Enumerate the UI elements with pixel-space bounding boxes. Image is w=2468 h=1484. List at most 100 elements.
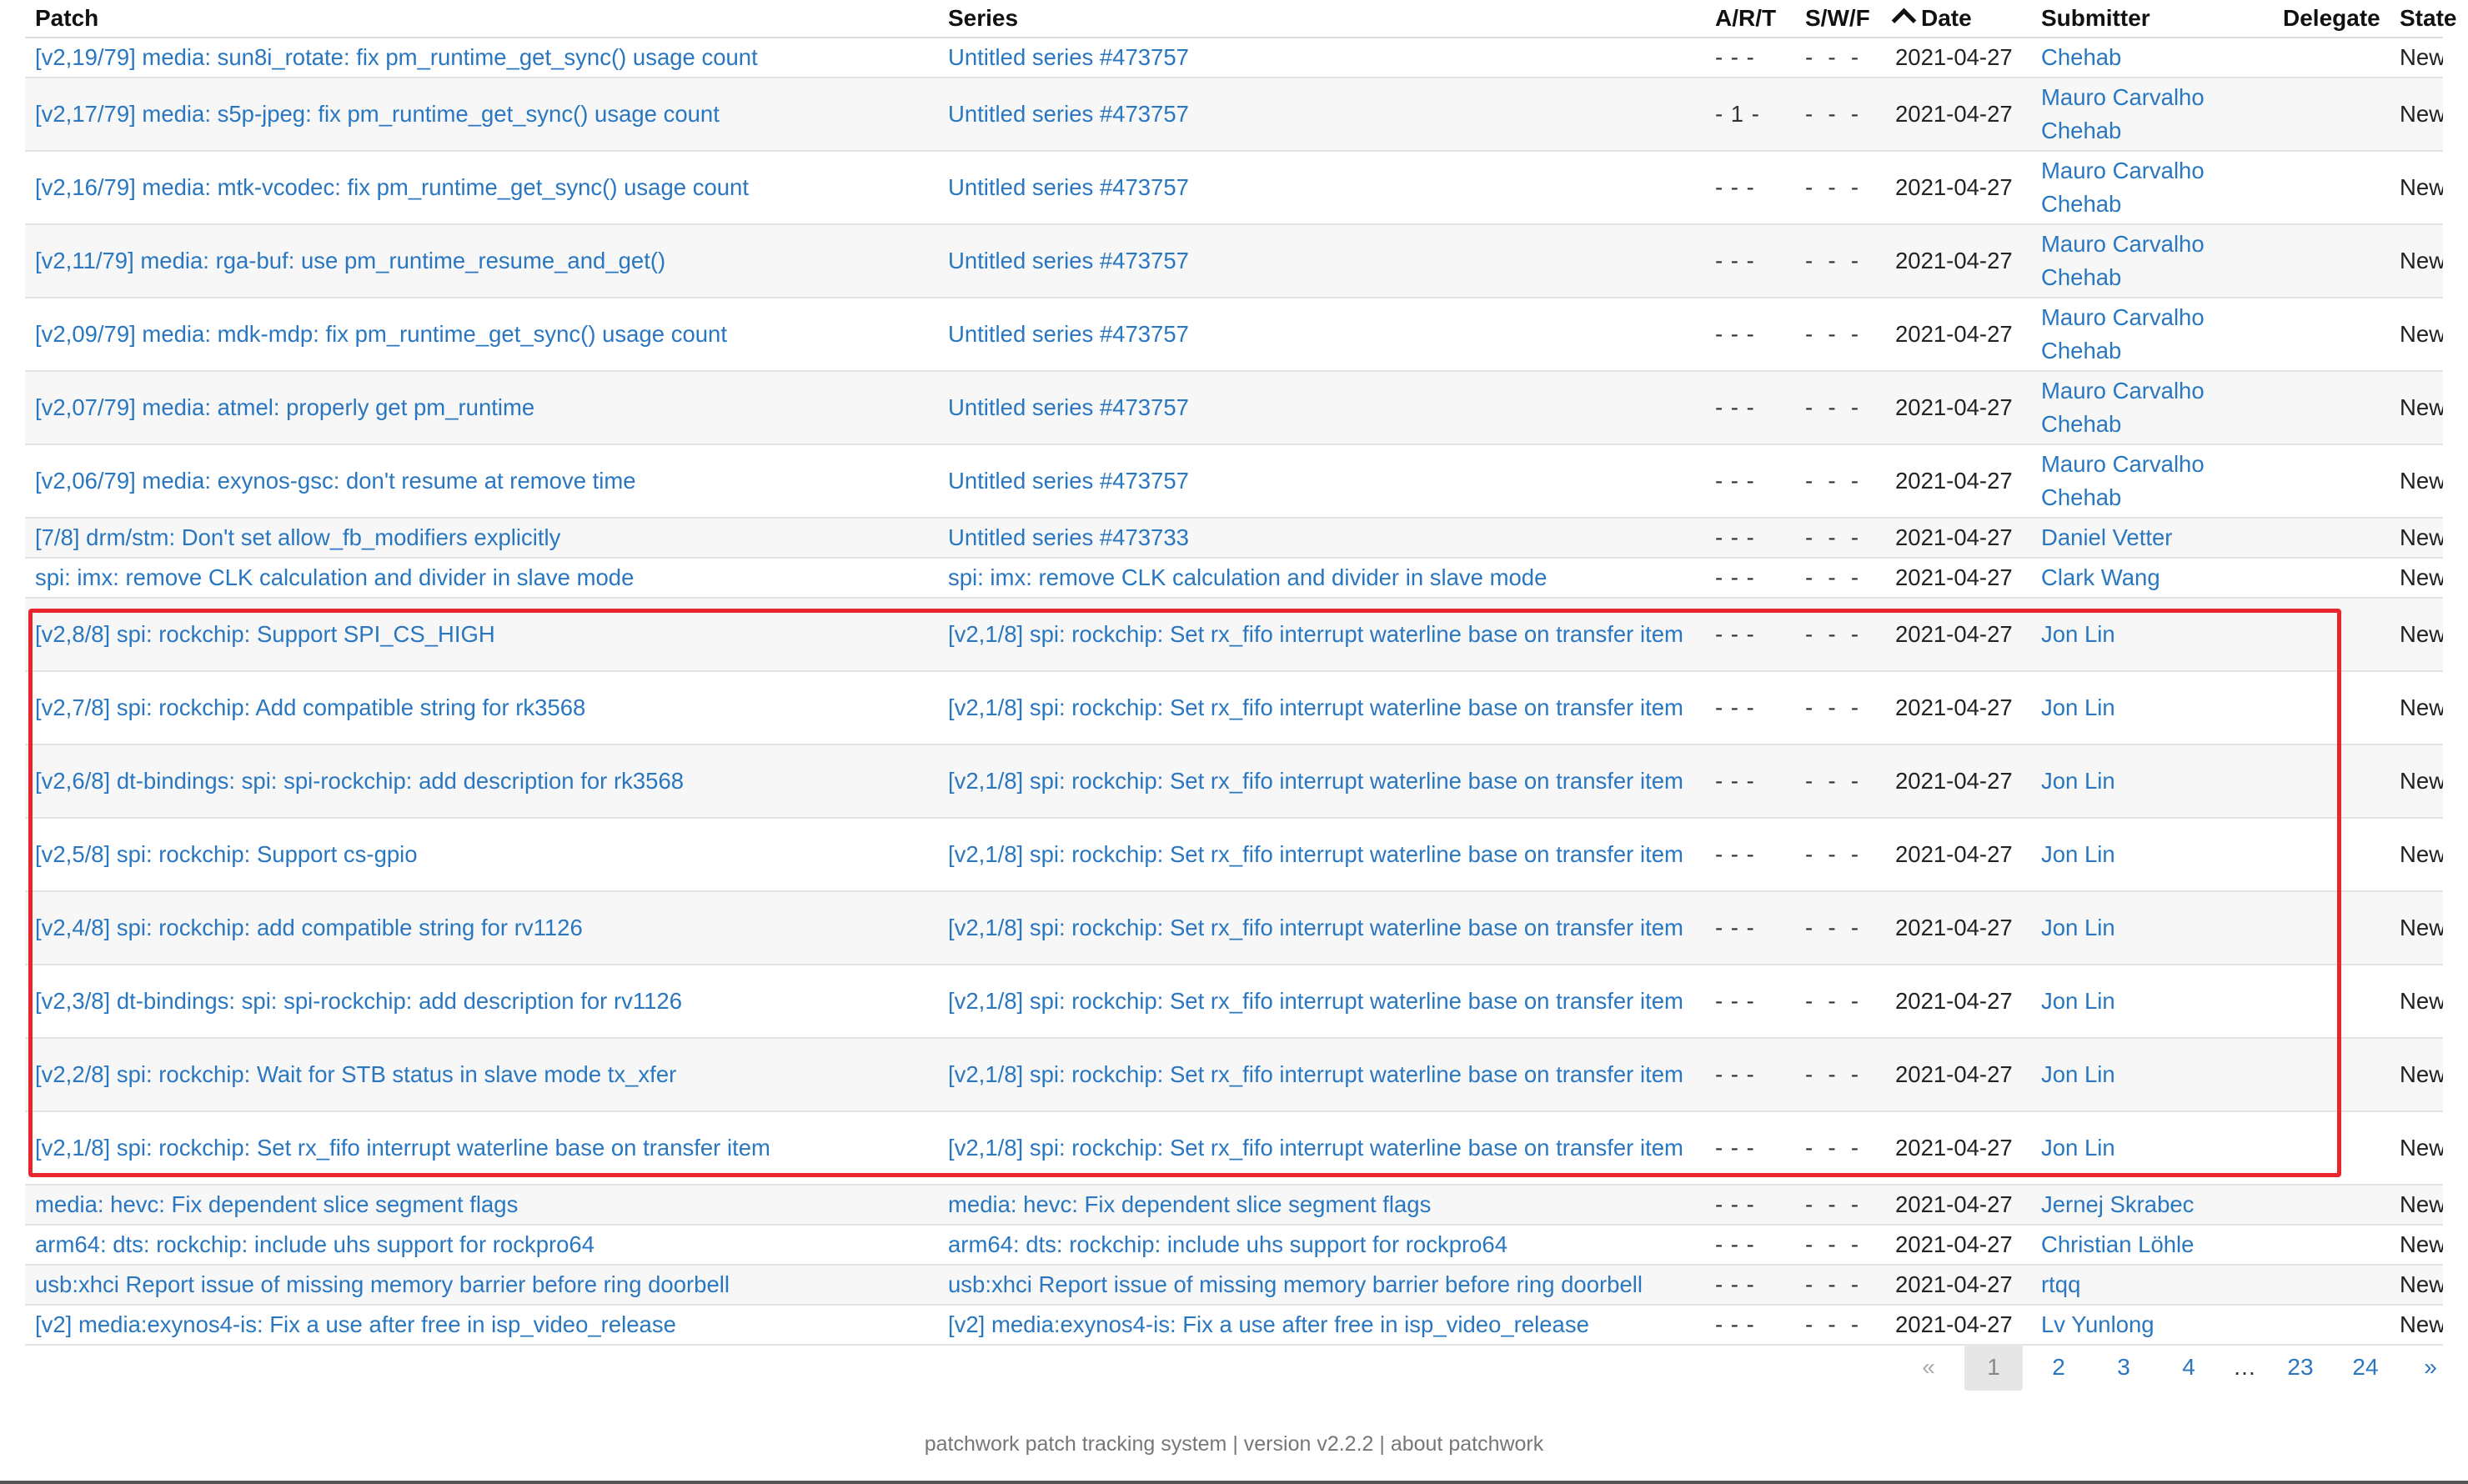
submitter-link[interactable]: Christian Löhle — [2041, 1231, 2194, 1257]
footer-system-link[interactable]: patchwork patch tracking system — [925, 1432, 1227, 1456]
submitter-link[interactable]: Mauro Carvalho Chehab — [2041, 378, 2205, 437]
patch-title-link[interactable]: [v2,7/8] spi: rockchip: Add compatible s… — [35, 694, 585, 720]
patch-title-link[interactable]: [v2,07/79] media: atmel: properly get pm… — [35, 394, 534, 420]
series-link[interactable]: [v2,1/8] spi: rockchip: Set rx_fifo inte… — [948, 841, 1683, 867]
sort-ascending-icon[interactable] — [1891, 8, 1917, 33]
patch-title-link[interactable]: [v2,17/79] media: s5p-jpeg: fix pm_runti… — [35, 101, 720, 127]
cell-date: 2021-04-27 — [1885, 745, 2031, 819]
series-link[interactable]: spi: imx: remove CLK calculation and div… — [948, 564, 1547, 590]
table-row: [7/8] drm/stm: Don't set allow_fb_modifi… — [25, 518, 2443, 559]
patch-title-link[interactable]: [v2,11/79] media: rga-buf: use pm_runtim… — [35, 248, 665, 273]
submitter-link[interactable]: Jon Lin — [2041, 768, 2115, 794]
submitter-link[interactable]: Jon Lin — [2041, 1061, 2115, 1087]
cell-series: arm64: dts: rockchip: include uhs suppor… — [938, 1225, 1705, 1266]
patch-title-link[interactable]: [v2,6/8] dt-bindings: spi: spi-rockchip:… — [35, 768, 684, 794]
art-count: - - - — [1715, 768, 1755, 794]
cell-state: New — [2390, 558, 2443, 599]
pagination-page-4[interactable]: 4 — [2160, 1344, 2218, 1391]
patch-title-link[interactable]: [v2,19/79] media: sun8i_rotate: fix pm_r… — [35, 44, 758, 70]
table-row: [v2,06/79] media: exynos-gsc: don't resu… — [25, 444, 2443, 519]
column-header-patch[interactable]: Patch — [25, 0, 938, 38]
column-header-swf[interactable]: S/W/F — [1795, 0, 1885, 38]
patch-date: 2021-04-27 — [1895, 1311, 2013, 1337]
submitter-link[interactable]: Daniel Vetter — [2041, 524, 2172, 550]
cell-submitter: Lv Yunlong — [2031, 1305, 2273, 1346]
series-link[interactable]: [v2,1/8] spi: rockchip: Set rx_fifo inte… — [948, 1135, 1683, 1161]
series-link[interactable]: [v2,1/8] spi: rockchip: Set rx_fifo inte… — [948, 621, 1683, 647]
patch-title-link[interactable]: [v2,1/8] spi: rockchip: Set rx_fifo inte… — [35, 1135, 770, 1161]
series-link[interactable]: Untitled series #473733 — [948, 524, 1189, 550]
submitter-link[interactable]: Mauro Carvalho Chehab — [2041, 84, 2205, 143]
pagination-next[interactable]: » — [2401, 1344, 2460, 1391]
patch-title-link[interactable]: [v2] media:exynos4-is: Fix a use after f… — [35, 1311, 676, 1337]
submitter-link[interactable]: Mauro Carvalho Chehab — [2041, 304, 2205, 363]
series-link[interactable]: [v2,1/8] spi: rockchip: Set rx_fifo inte… — [948, 915, 1683, 940]
series-link[interactable]: Untitled series #473757 — [948, 468, 1189, 494]
patch-title-link[interactable]: arm64: dts: rockchip: include uhs suppor… — [35, 1231, 594, 1257]
submitter-link[interactable]: Jon Lin — [2041, 988, 2115, 1014]
series-link[interactable]: Untitled series #473757 — [948, 44, 1189, 70]
pagination-page-1[interactable]: 1 — [1964, 1344, 2023, 1391]
submitter-link[interactable]: Jon Lin — [2041, 1135, 2115, 1161]
pagination-page-24[interactable]: 24 — [2336, 1344, 2395, 1391]
footer-version-link[interactable]: version v2.2.2 — [1244, 1432, 1374, 1456]
series-link[interactable]: Untitled series #473757 — [948, 101, 1189, 127]
series-link[interactable]: Untitled series #473757 — [948, 174, 1189, 200]
column-header-state[interactable]: State — [2390, 0, 2456, 38]
patch-date: 2021-04-27 — [1895, 394, 2013, 420]
series-link[interactable]: Untitled series #473757 — [948, 394, 1189, 420]
pagination-page-23[interactable]: 23 — [2271, 1344, 2330, 1391]
submitter-link[interactable]: Jon Lin — [2041, 841, 2115, 867]
patch-title-link[interactable]: [v2,8/8] spi: rockchip: Support SPI_CS_H… — [35, 621, 495, 647]
submitter-link[interactable]: Chehab — [2041, 44, 2121, 70]
submitter-link[interactable]: Mauro Carvalho Chehab — [2041, 158, 2205, 217]
submitter-link[interactable]: Jon Lin — [2041, 694, 2115, 720]
patch-title-link[interactable]: [v2,3/8] dt-bindings: spi: spi-rockchip:… — [35, 988, 682, 1014]
submitter-link[interactable]: Mauro Carvalho Chehab — [2041, 231, 2205, 290]
series-link[interactable]: [v2] media:exynos4-is: Fix a use after f… — [948, 1311, 1589, 1337]
swf-count: - - - — [1805, 174, 1860, 200]
patch-title-link[interactable]: usb:xhci Report issue of missing memory … — [35, 1271, 730, 1297]
cell-art: - - - — [1705, 671, 1795, 745]
series-link[interactable]: [v2,1/8] spi: rockchip: Set rx_fifo inte… — [948, 988, 1683, 1014]
series-link[interactable]: media: hevc: Fix dependent slice segment… — [948, 1191, 1431, 1217]
series-link[interactable]: [v2,1/8] spi: rockchip: Set rx_fifo inte… — [948, 694, 1683, 720]
patch-title-link[interactable]: [v2,16/79] media: mtk-vcodec: fix pm_run… — [35, 174, 749, 200]
patch-title-link[interactable]: spi: imx: remove CLK calculation and div… — [35, 564, 634, 590]
column-header-date[interactable]: Date — [1885, 0, 2031, 38]
cell-delegate — [2273, 1265, 2390, 1306]
patch-title-link[interactable]: [7/8] drm/stm: Don't set allow_fb_modifi… — [35, 524, 560, 550]
series-link[interactable]: Untitled series #473757 — [948, 248, 1189, 273]
patch-title-link[interactable]: [v2,06/79] media: exynos-gsc: don't resu… — [35, 468, 636, 494]
submitter-link[interactable]: Jon Lin — [2041, 915, 2115, 940]
submitter-link[interactable]: Jon Lin — [2041, 621, 2115, 647]
art-count: - - - — [1715, 44, 1755, 70]
column-header-delegate[interactable]: Delegate — [2273, 0, 2390, 38]
patch-title-link[interactable]: [v2,4/8] spi: rockchip: add compatible s… — [35, 915, 583, 940]
submitter-link[interactable]: Clark Wang — [2041, 564, 2160, 590]
footer-about-link[interactable]: about patchwork — [1391, 1432, 1543, 1456]
column-header-art[interactable]: A/R/T — [1705, 0, 1795, 38]
patch-state: New — [2400, 915, 2443, 940]
column-header-series[interactable]: Series — [938, 0, 1705, 38]
pagination-page-2[interactable]: 2 — [2029, 1344, 2088, 1391]
patch-title-link[interactable]: [v2,2/8] spi: rockchip: Wait for STB sta… — [35, 1061, 676, 1087]
pagination-prev[interactable]: « — [1899, 1344, 1958, 1391]
series-link[interactable]: arm64: dts: rockchip: include uhs suppor… — [948, 1231, 1507, 1257]
series-link[interactable]: [v2,1/8] spi: rockchip: Set rx_fifo inte… — [948, 1061, 1683, 1087]
cell-art: - - - — [1705, 224, 1795, 298]
pagination-page-3[interactable]: 3 — [2094, 1344, 2153, 1391]
submitter-link[interactable]: rtqq — [2041, 1271, 2080, 1297]
patch-title-link[interactable]: media: hevc: Fix dependent slice segment… — [35, 1191, 518, 1217]
submitter-link[interactable]: Lv Yunlong — [2041, 1311, 2154, 1337]
patch-title-link[interactable]: [v2,5/8] spi: rockchip: Support cs-gpio — [35, 841, 418, 867]
column-header-submitter[interactable]: Submitter — [2031, 0, 2273, 38]
series-link[interactable]: [v2,1/8] spi: rockchip: Set rx_fifo inte… — [948, 768, 1683, 794]
submitter-link[interactable]: Jernej Skrabec — [2041, 1191, 2194, 1217]
patch-title-link[interactable]: [v2,09/79] media: mdk-mdp: fix pm_runtim… — [35, 321, 727, 347]
series-link[interactable]: usb:xhci Report issue of missing memory … — [948, 1271, 1643, 1297]
series-link[interactable]: Untitled series #473757 — [948, 321, 1189, 347]
patch-list-table: Patch Series A/R/T S/W/F Date Submitter … — [25, 0, 2456, 1346]
submitter-link[interactable]: Mauro Carvalho Chehab — [2041, 451, 2205, 510]
patch-date: 2021-04-27 — [1895, 101, 2013, 127]
